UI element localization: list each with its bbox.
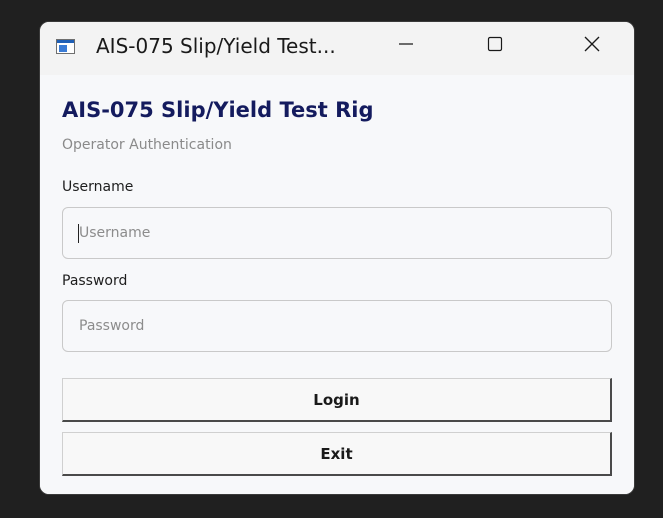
password-input[interactable] (62, 300, 612, 352)
password-label: Password (62, 273, 128, 289)
close-icon (584, 36, 600, 52)
text-caret (78, 224, 79, 243)
title-bar[interactable]: AIS-075 Slip/Yield Test... (40, 22, 634, 75)
form-subheading: Operator Authentication (62, 137, 232, 153)
form-heading: AIS-075 Slip/Yield Test Rig (62, 98, 374, 122)
login-form: AIS-075 Slip/Yield Test Rig Operator Aut… (40, 75, 634, 494)
exit-button[interactable]: Exit (62, 432, 612, 476)
minimize-icon (399, 43, 413, 45)
app-icon (56, 39, 75, 54)
maximize-button[interactable] (472, 22, 518, 66)
login-window: AIS-075 Slip/Yield Test... AIS-075 Slip/… (40, 22, 634, 494)
maximize-icon (487, 36, 503, 52)
window-title: AIS-075 Slip/Yield Test... (96, 34, 336, 58)
username-label: Username (62, 179, 134, 195)
login-button[interactable]: Login (62, 378, 612, 422)
close-button[interactable] (569, 22, 615, 66)
username-input[interactable] (62, 207, 612, 259)
minimize-button[interactable] (383, 22, 429, 66)
